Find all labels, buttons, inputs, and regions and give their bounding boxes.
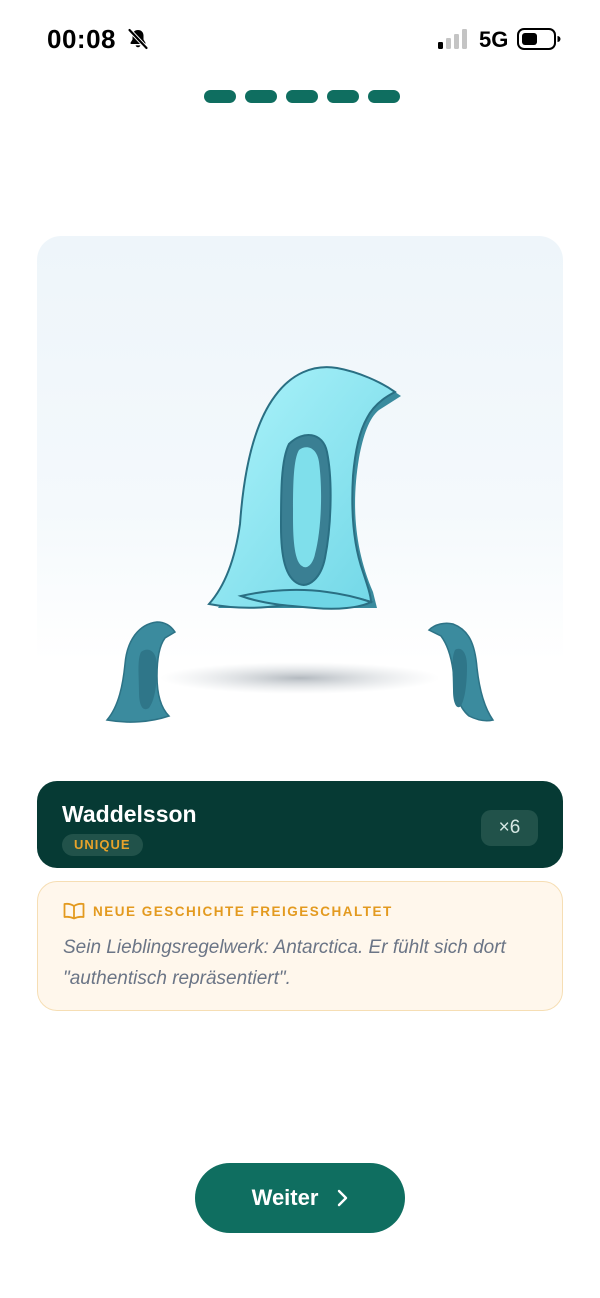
network-label: 5G xyxy=(479,27,509,52)
progress-segment xyxy=(286,90,318,103)
story-text: Sein Lieblingsregelwerk: Antarctica. Er … xyxy=(63,937,506,989)
status-bar: 00:08 5G xyxy=(0,0,600,80)
progress-segment xyxy=(245,90,277,103)
continue-label: Weiter xyxy=(251,1185,319,1210)
rarity-badge: UNIQUE xyxy=(62,834,143,856)
continue-button[interactable]: Weiter xyxy=(195,1163,405,1233)
penguin-small-right-icon xyxy=(427,622,495,722)
bell-slash-icon xyxy=(128,28,148,50)
count-badge: ×6 xyxy=(481,810,538,846)
character-name: Waddelsson xyxy=(62,801,197,827)
chevron-right-icon xyxy=(338,1189,348,1207)
status-time: 00:08 xyxy=(47,24,116,54)
character-card: Waddelsson UNIQUE ×6 xyxy=(37,781,563,868)
penguin-scene xyxy=(105,366,495,723)
progress-indicator xyxy=(204,90,400,103)
story-card: NEUE GESCHICHTE FREIGESCHALTET Sein Lieb… xyxy=(37,881,563,1011)
story-heading: NEUE GESCHICHTE FREIGESCHALTET xyxy=(93,904,393,919)
progress-segment xyxy=(327,90,359,103)
character-illustration xyxy=(37,236,563,736)
battery-icon xyxy=(517,28,561,50)
floor-shadow xyxy=(160,662,440,694)
book-icon xyxy=(63,902,85,920)
progress-segment xyxy=(204,90,236,103)
penguin-small-left-icon xyxy=(105,621,177,723)
penguin-icon xyxy=(207,366,401,610)
progress-segment xyxy=(368,90,400,103)
signal-icon xyxy=(438,29,467,49)
